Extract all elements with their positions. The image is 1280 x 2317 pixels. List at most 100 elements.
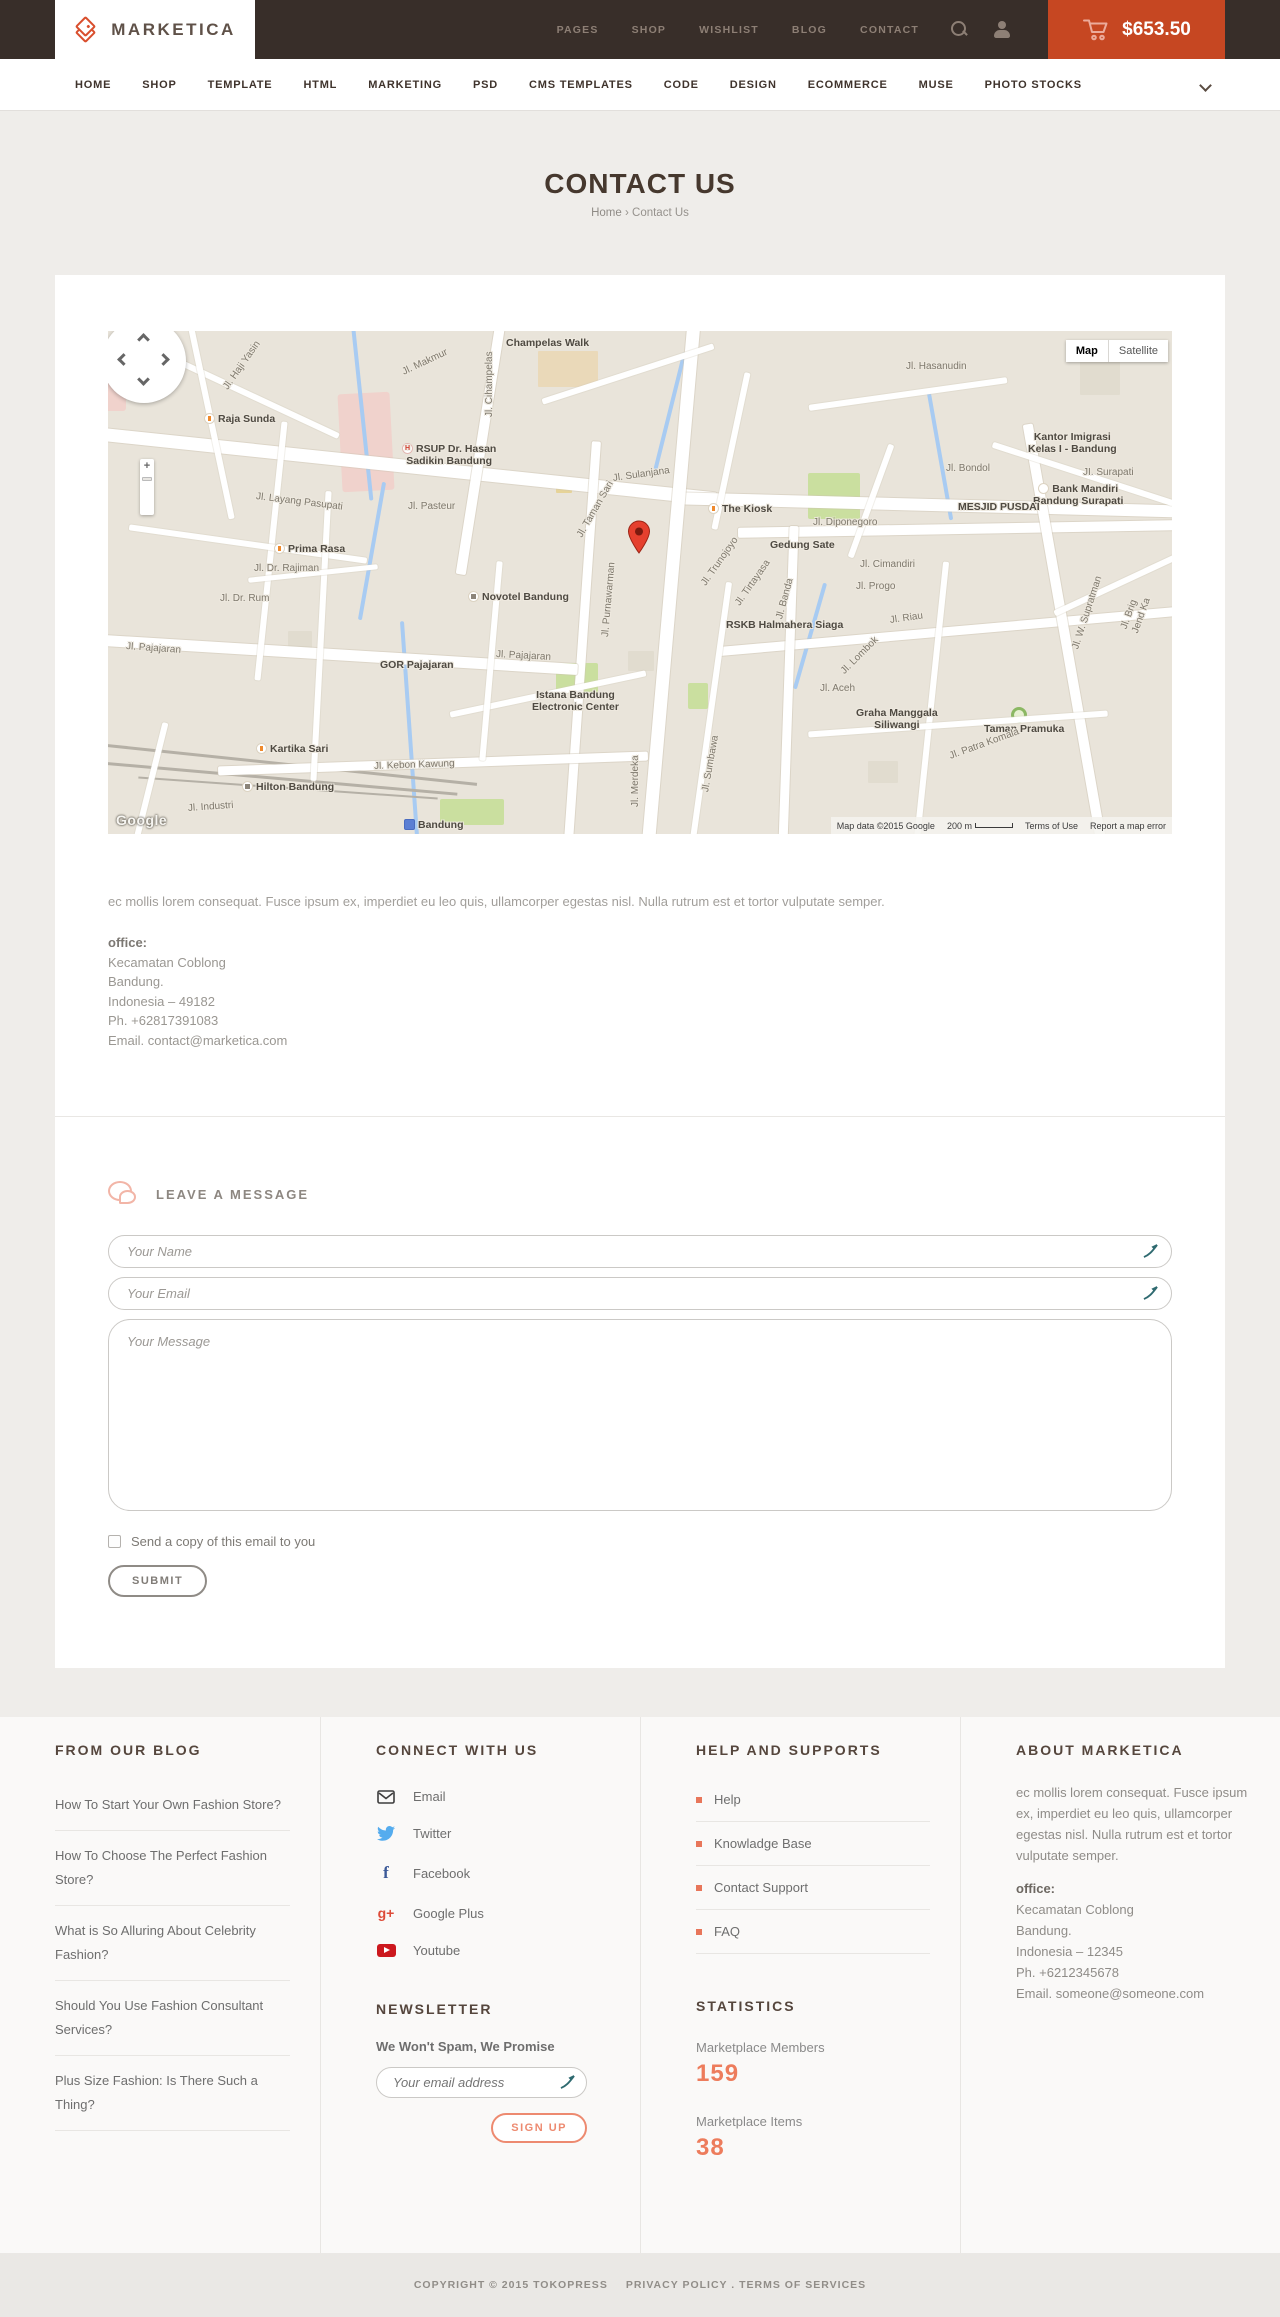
map-road: [1053, 551, 1172, 617]
google-map[interactable]: Champelas Walk Jl. Hasanudin Jl. Haji Yasi…: [108, 331, 1172, 834]
header-icons: [951, 0, 1010, 59]
form-heading: LEAVE A MESSAGE: [108, 1181, 1172, 1207]
nav-code[interactable]: CODE: [664, 79, 699, 91]
nav-cms-templates[interactable]: CMS TEMPLATES: [529, 79, 633, 91]
header-nav-wishlist[interactable]: WISHLIST: [699, 24, 759, 36]
contact-intro: ec mollis lorem consequat. Fusce ipsum e…: [108, 894, 885, 909]
nav-html[interactable]: HTML: [303, 79, 337, 91]
map-button[interactable]: Map: [1065, 340, 1108, 362]
chat-bubbles-icon: [108, 1181, 138, 1207]
blog-link[interactable]: What is So Alluring About Celebrity Fash…: [55, 1906, 290, 1981]
help-link[interactable]: Contact Support: [696, 1866, 930, 1910]
map-label: RSUP Dr. Hasan Sadikin Bandung: [402, 443, 496, 467]
nav-ecommerce[interactable]: ECOMMERCE: [808, 79, 888, 91]
social-youtube-link[interactable]: Youtube: [376, 1932, 610, 1969]
account-icon[interactable]: [994, 21, 1010, 38]
bank-icon: [1038, 483, 1050, 494]
header-nav-blog[interactable]: BLOG: [792, 24, 827, 36]
pan-up-icon[interactable]: [137, 333, 150, 346]
zoom-in-icon[interactable]: +: [140, 459, 154, 473]
map-label: Jl. Hasanudin: [906, 361, 967, 372]
social-facebook-link[interactable]: f Facebook: [376, 1852, 610, 1894]
map-label: Jl. Haji Yasin: [221, 338, 263, 392]
top-header: MARKETICA PAGES SHOP WISHLIST BLOG CONTA…: [0, 0, 1280, 59]
map-zoom-control[interactable]: +: [140, 459, 154, 515]
map-label: Istana Bandung Electronic Center: [532, 689, 619, 713]
report-map-error-link[interactable]: Report a map error: [1090, 821, 1166, 831]
map-park: [688, 683, 708, 709]
email-input[interactable]: [108, 1277, 1172, 1310]
cart-button[interactable]: $653.50: [1048, 0, 1225, 59]
legal-links[interactable]: PRIVACY POLICY . TERMS OF SERVICES: [626, 2279, 866, 2291]
map-label: Prima Rasa: [274, 543, 345, 555]
office-line: Indonesia – 12345: [1016, 1944, 1123, 1959]
blog-link[interactable]: How To Choose The Perfect Fashion Store?: [55, 1831, 290, 1906]
name-input[interactable]: [108, 1235, 1172, 1268]
header-nav-contact[interactable]: CONTACT: [860, 24, 919, 36]
twitter-icon: [376, 1826, 396, 1841]
nav-marketing[interactable]: MARKETING: [368, 79, 442, 91]
help-link[interactable]: Knowladge Base: [696, 1822, 930, 1866]
nav-muse[interactable]: MUSE: [919, 79, 954, 91]
send-copy-checkbox[interactable]: [108, 1535, 121, 1548]
map-label: Jl. Purnawarman: [600, 561, 618, 638]
stat-label: Marketplace Members: [696, 2040, 825, 2055]
header-nav-shop[interactable]: SHOP: [632, 24, 667, 36]
nav-photo-stocks[interactable]: PHOTO STOCKS: [985, 79, 1082, 91]
map-label: Novotel Bandung: [468, 591, 569, 603]
chevron-down-icon[interactable]: [1200, 80, 1210, 90]
blog-link[interactable]: Plus Size Fashion: Is There Such a Thing…: [55, 2056, 290, 2131]
map-label: MESJID PUSDAI: [958, 501, 1040, 513]
blog-link[interactable]: Should You Use Fashion Consultant Servic…: [55, 1981, 290, 2056]
map-label: Jl. Merdeka: [630, 755, 641, 807]
map-label: Kantor Imigrasi Kelas I - Bandung: [1028, 431, 1117, 455]
restaurant-icon: [274, 543, 285, 554]
section-divider: [55, 1116, 1225, 1117]
nav-home[interactable]: HOME: [75, 79, 111, 91]
blog-link[interactable]: How To Start Your Own Fashion Store?: [55, 1780, 290, 1831]
pan-left-icon[interactable]: [117, 353, 130, 366]
pan-right-icon[interactable]: [157, 353, 170, 366]
map-label: Jl. Pasteur: [408, 501, 456, 512]
footer-connect-column: CONNECT WITH US Email Twitter f Facebook …: [320, 1717, 640, 2253]
pan-down-icon[interactable]: [137, 373, 150, 386]
social-googleplus-link[interactable]: g+ Google Plus: [376, 1894, 610, 1932]
terms-of-use-link[interactable]: Terms of Use: [1025, 821, 1078, 831]
nav-template[interactable]: TEMPLATE: [208, 79, 273, 91]
bullet-square-icon: [696, 1796, 702, 1803]
google-logo[interactable]: Google: [116, 812, 167, 828]
zoom-slider-handle[interactable]: [142, 477, 152, 481]
about-text: ec mollis lorem consequat. Fusce ipsum e…: [1016, 1785, 1248, 1863]
map-building: [868, 761, 898, 783]
submit-button[interactable]: SUBMIT: [108, 1565, 208, 1597]
page-title: CONTACT US: [544, 168, 736, 199]
form-heading-label: LEAVE A MESSAGE: [156, 1186, 310, 1202]
train-icon: [404, 819, 415, 830]
page-hero: CONTACT US Home › Contact Us: [0, 111, 1280, 275]
brand-logo[interactable]: MARKETICA: [55, 0, 255, 59]
nav-shop[interactable]: SHOP: [142, 79, 176, 91]
about-heading: ABOUT MARKETICA: [1016, 1742, 1184, 1758]
help-list: Help Knowladge Base Contact Support FAQ: [696, 1778, 930, 1954]
copyright-text: COPYRIGHT © 2015 TOKOPRESS: [413, 2279, 608, 2291]
social-email-link[interactable]: Email: [376, 1778, 610, 1815]
bullet-square-icon: [696, 1840, 702, 1847]
map-pan-control[interactable]: [108, 331, 186, 403]
breadcrumb: Home › Contact Us: [0, 207, 1280, 219]
message-textarea[interactable]: [108, 1319, 1172, 1511]
search-icon[interactable]: [951, 21, 968, 38]
nav-design[interactable]: DESIGN: [730, 79, 777, 91]
social-twitter-link[interactable]: Twitter: [376, 1815, 610, 1852]
breadcrumb-home[interactable]: Home: [591, 207, 622, 219]
satellite-button[interactable]: Satellite: [1107, 340, 1168, 362]
stat-value: 38: [696, 2134, 725, 2161]
header-nav-pages[interactable]: PAGES: [557, 24, 599, 36]
sign-up-button[interactable]: SIGN UP: [491, 2113, 587, 2143]
help-link[interactable]: FAQ: [696, 1910, 930, 1954]
newsletter-email-input[interactable]: [376, 2067, 587, 2098]
map-marker-icon[interactable]: [627, 520, 651, 554]
category-nav: HOME SHOP TEMPLATE HTML MARKETING PSD CM…: [0, 59, 1280, 111]
nav-psd[interactable]: PSD: [473, 79, 498, 91]
help-link[interactable]: Help: [696, 1778, 930, 1822]
